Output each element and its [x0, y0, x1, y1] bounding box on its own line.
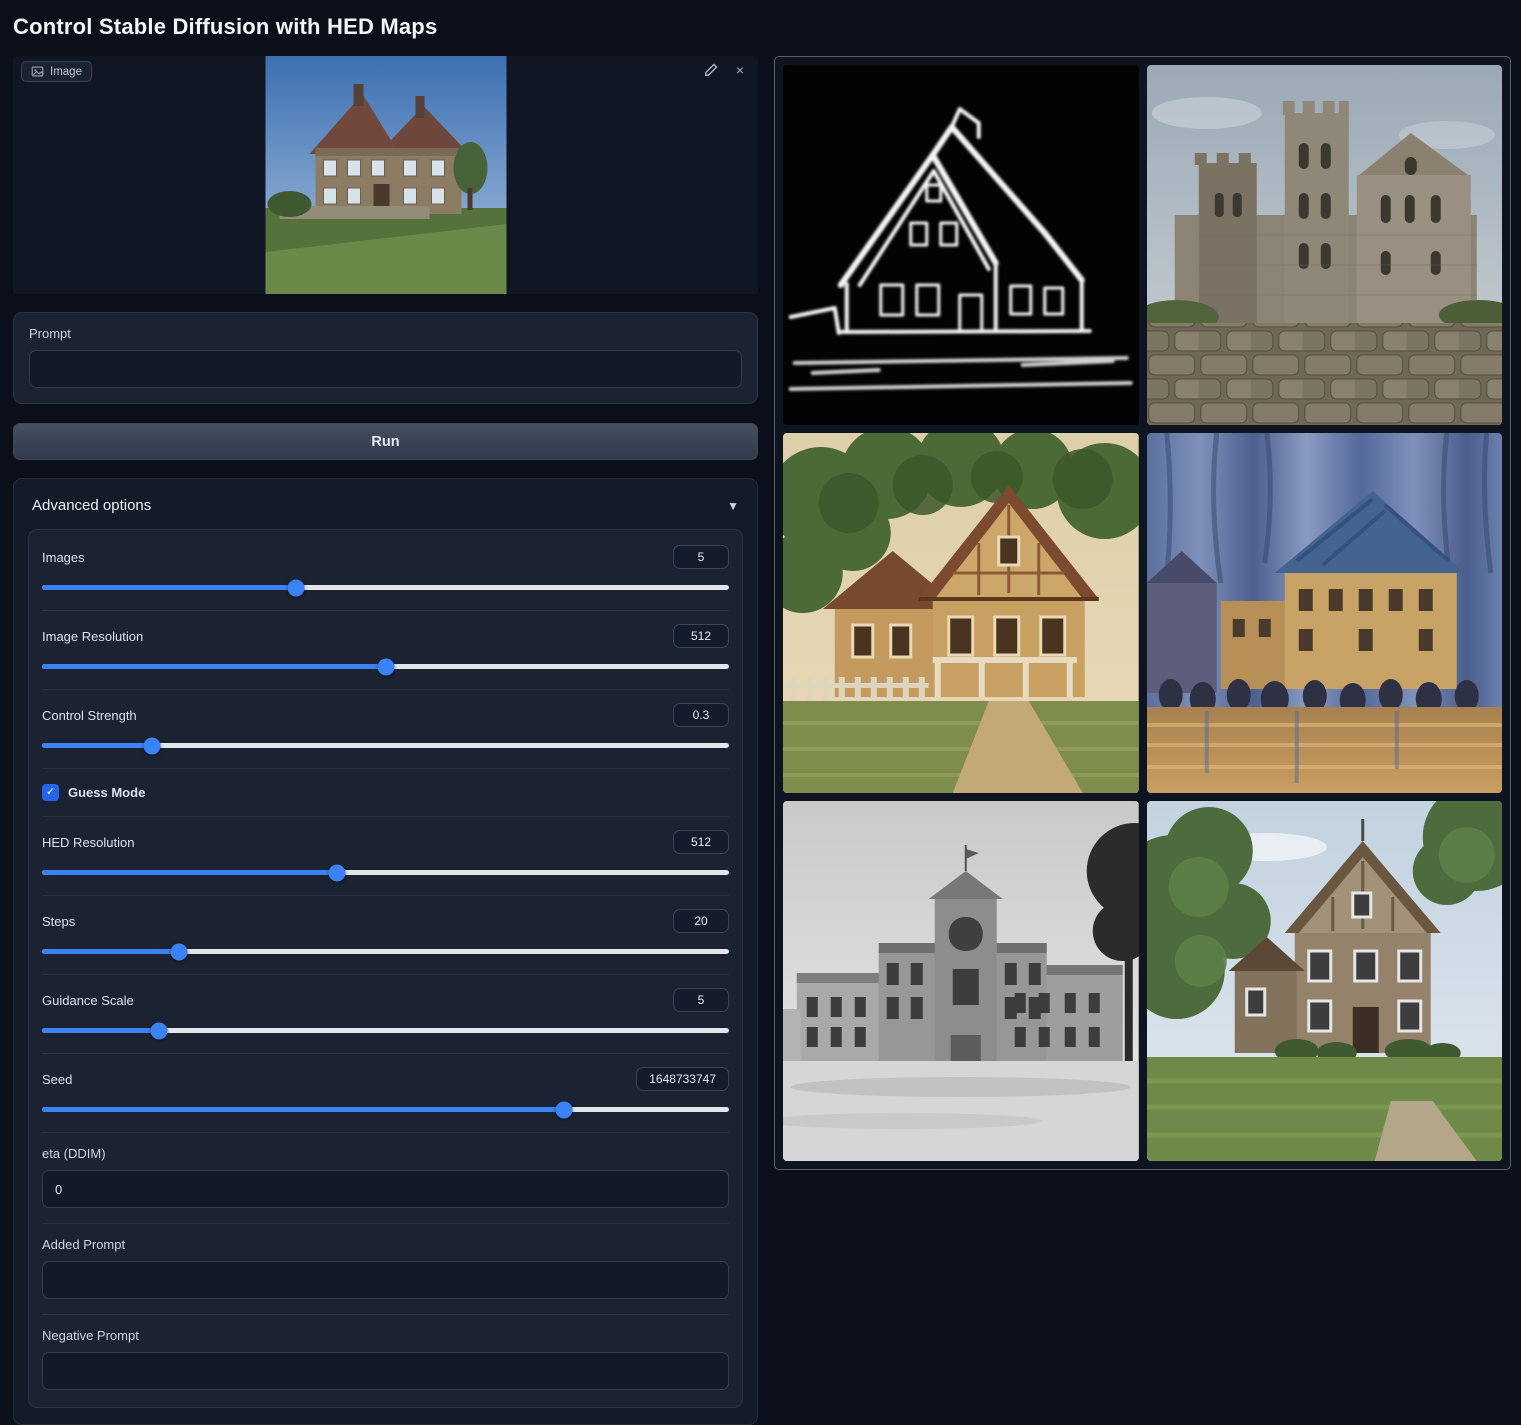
guidance-scale-label: Guidance Scale [42, 993, 134, 1008]
hed-resolution-value-input[interactable]: 512 [673, 830, 729, 854]
seed-slider-thumb[interactable] [556, 1101, 573, 1118]
image-resolution-slider-thumb[interactable] [377, 658, 394, 675]
steps-label: Steps [42, 914, 75, 929]
control-row-steps: Steps 20 [42, 895, 729, 974]
image-actions: × [703, 63, 748, 79]
images-slider-thumb[interactable] [288, 579, 305, 596]
control-strength-slider-thumb[interactable] [143, 737, 160, 754]
check-icon: ✓ [46, 787, 55, 798]
collapse-icon: ▼ [727, 499, 739, 513]
advanced-controls: Images 5 Image Resolution 512 Control Streng… [28, 529, 743, 1408]
seed-value-input[interactable]: 1648733747 [636, 1067, 729, 1091]
images-label: Images [42, 550, 85, 565]
guess-mode-label: Guess Mode [68, 785, 145, 800]
steps-slider-thumb[interactable] [171, 943, 188, 960]
prompt-block: Prompt [13, 312, 758, 404]
images-slider[interactable] [42, 585, 729, 590]
gallery-item-painted-house[interactable] [783, 433, 1139, 793]
gallery-item-bw-building[interactable] [783, 801, 1139, 1161]
control-row-image-resolution: Image Resolution 512 [42, 610, 729, 689]
control-strength-label: Control Strength [42, 708, 137, 723]
control-row-eta-ddim: eta (DDIM) 0 [42, 1132, 729, 1223]
prompt-input[interactable] [29, 350, 742, 388]
page-title: Control Stable Diffusion with HED Maps [0, 0, 1521, 56]
guidance-scale-slider[interactable] [42, 1028, 729, 1033]
image-tab: Image [21, 61, 92, 82]
control-strength-value-input[interactable]: 0.3 [673, 703, 729, 727]
edit-image-button[interactable] [703, 63, 719, 79]
image-tab-label: Image [50, 66, 82, 78]
run-button[interactable]: Run [13, 423, 758, 460]
image-resolution-value-input[interactable]: 512 [673, 624, 729, 648]
gallery-item-hed-map[interactable] [783, 65, 1139, 425]
hed-resolution-slider[interactable] [42, 870, 729, 875]
steps-value-input[interactable]: 20 [673, 909, 729, 933]
control-row-guidance-scale: Guidance Scale 5 [42, 974, 729, 1053]
control-row-negative-prompt: Negative Prompt [42, 1314, 729, 1405]
prompt-label: Prompt [29, 326, 742, 341]
eta-ddim-input[interactable]: 0 [42, 1170, 729, 1208]
main-columns: Image × [0, 56, 1521, 1425]
control-row-guess-mode: ✓ Guess Mode [42, 768, 729, 816]
advanced-options-label: Advanced options [32, 497, 151, 514]
seed-label: Seed [42, 1072, 72, 1087]
advanced-options-header[interactable]: Advanced options ▼ [28, 491, 743, 529]
seed-slider[interactable] [42, 1107, 729, 1112]
image-resolution-slider[interactable] [42, 664, 729, 669]
eta-ddim-label: eta (DDIM) [42, 1146, 729, 1161]
guidance-scale-slider-thumb[interactable] [150, 1022, 167, 1039]
image-icon [31, 65, 44, 78]
controls-column: Image × [13, 56, 758, 1425]
negative-prompt-input[interactable] [42, 1352, 729, 1390]
added-prompt-input[interactable] [42, 1261, 729, 1299]
negative-prompt-label: Negative Prompt [42, 1328, 729, 1343]
control-row-hed-resolution: HED Resolution 512 [42, 816, 729, 895]
hed-resolution-slider-thumb[interactable] [329, 864, 346, 881]
result-gallery [774, 56, 1511, 1170]
control-row-images: Images 5 [42, 532, 729, 610]
control-strength-slider[interactable] [42, 743, 729, 748]
steps-slider[interactable] [42, 949, 729, 954]
clear-image-button[interactable]: × [732, 63, 748, 79]
image-input-dropzone[interactable]: Image × [13, 56, 758, 294]
gallery-item-castle[interactable] [1147, 65, 1503, 425]
image-resolution-label: Image Resolution [42, 629, 143, 644]
guess-mode-checkbox[interactable]: ✓ [42, 784, 59, 801]
advanced-options-panel: Advanced options ▼ Images 5 Image Resoluti… [13, 478, 758, 1425]
images-value-input[interactable]: 5 [673, 545, 729, 569]
added-prompt-label: Added Prompt [42, 1237, 729, 1252]
input-image[interactable] [265, 56, 506, 294]
control-row-control-strength: Control Strength 0.3 [42, 689, 729, 768]
gallery-item-timber-house[interactable] [1147, 801, 1503, 1161]
guidance-scale-value-input[interactable]: 5 [673, 988, 729, 1012]
control-row-seed: Seed 1648733747 [42, 1053, 729, 1132]
gallery-item-impressionist[interactable] [1147, 433, 1503, 793]
hed-resolution-label: HED Resolution [42, 835, 135, 850]
control-row-added-prompt: Added Prompt [42, 1223, 729, 1314]
